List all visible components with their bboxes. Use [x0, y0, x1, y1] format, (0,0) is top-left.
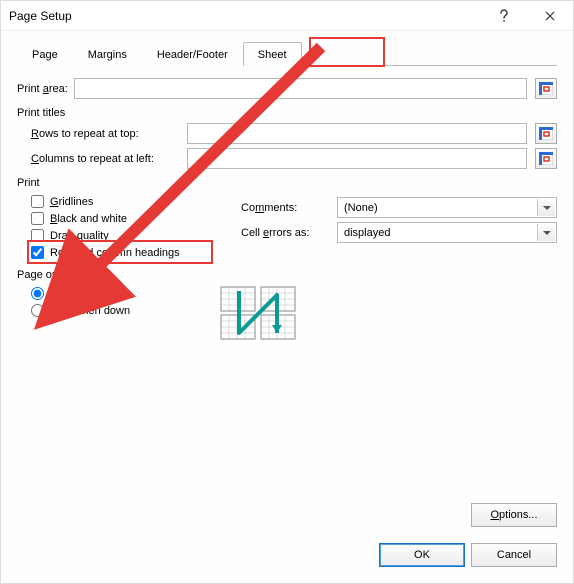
print-area-range-button[interactable]: [535, 78, 557, 99]
print-right-group: Comments: (None) Cell errors as: display…: [241, 193, 557, 247]
print-section: Print Gridlines Black and white Draft qu…: [17, 177, 557, 261]
dialog-body: Page Margins Header/Footer Sheet Print a…: [1, 31, 573, 583]
cols-repeat-row: Columns to repeat at left:: [31, 148, 557, 169]
cancel-button[interactable]: Cancel: [471, 543, 557, 567]
comments-label: Comments:: [241, 202, 331, 214]
help-button[interactable]: [481, 1, 527, 31]
tab-margins[interactable]: Margins: [73, 42, 142, 66]
page-order-label: Page order: [17, 269, 557, 281]
print-area-label: Print area:: [17, 83, 68, 95]
gridlines-checkbox-row[interactable]: Gridlines: [31, 193, 231, 210]
cols-repeat-input[interactable]: [187, 148, 527, 169]
chevron-down-icon: [543, 231, 551, 235]
callout-box-sheet-tab: [309, 37, 385, 67]
draft-checkbox[interactable]: [31, 229, 44, 242]
down-then-over-row[interactable]: Down, then over: [31, 285, 201, 302]
ok-button[interactable]: OK: [379, 543, 465, 567]
comments-row: Comments: (None): [241, 197, 557, 218]
cell-errors-value: displayed: [344, 227, 390, 239]
cols-repeat-range-button[interactable]: [535, 148, 557, 169]
page-setup-dialog: Page Setup Page Margins Header/Footer Sh…: [0, 0, 574, 584]
titlebar: Page Setup: [1, 1, 573, 31]
over-then-down-radio[interactable]: [31, 304, 44, 317]
tab-sheet[interactable]: Sheet: [243, 42, 302, 66]
comments-value: (None): [344, 202, 378, 214]
rows-repeat-label: Rows to repeat at top:: [31, 128, 181, 140]
help-icon: [499, 9, 509, 23]
print-titles-label: Print titles: [17, 107, 557, 119]
bw-label: Black and white: [50, 213, 127, 225]
bw-checkbox[interactable]: [31, 212, 44, 225]
rowcol-checkbox-row[interactable]: Row and column headings: [31, 244, 231, 261]
print-section-label: Print: [17, 177, 557, 189]
range-select-icon: [539, 152, 553, 165]
rowcol-checkbox[interactable]: [31, 246, 44, 259]
dialog-title: Page Setup: [9, 9, 481, 23]
range-select-icon: [539, 82, 553, 95]
print-titles-section: Print titles Rows to repeat at top:: [17, 107, 557, 169]
bw-checkbox-row[interactable]: Black and white: [31, 210, 231, 227]
comments-select[interactable]: (None): [337, 197, 557, 218]
print-area-row: Print area:: [17, 78, 557, 99]
draft-label: Draft quality: [50, 230, 109, 242]
options-button[interactable]: Options...: [471, 503, 557, 527]
rows-repeat-row: Rows to repeat at top:: [31, 123, 557, 144]
range-select-icon: [539, 127, 553, 140]
dialog-button-bar: OK Cancel: [17, 543, 557, 567]
rows-repeat-range-button[interactable]: [535, 123, 557, 144]
print-checkbox-group: Gridlines Black and white Draft quality …: [31, 193, 231, 261]
close-icon: [545, 11, 555, 21]
tab-bar: Page Margins Header/Footer Sheet: [17, 41, 557, 66]
rowcol-label: Row and column headings: [50, 247, 180, 259]
over-then-down-label: Over, then down: [50, 305, 130, 317]
gridlines-checkbox[interactable]: [31, 195, 44, 208]
page-order-radio-group: Down, then over Over, then down: [31, 285, 201, 319]
down-then-over-radio[interactable]: [31, 287, 44, 300]
print-area-input[interactable]: [74, 78, 527, 99]
over-then-down-row[interactable]: Over, then down: [31, 302, 201, 319]
chevron-down-icon: [543, 206, 551, 210]
page-order-preview-icon: [219, 285, 299, 343]
cell-errors-label: Cell errors as:: [241, 227, 331, 239]
down-then-over-label: Down, then over: [50, 288, 130, 300]
rows-repeat-input[interactable]: [187, 123, 527, 144]
tab-page[interactable]: Page: [17, 42, 73, 66]
page-order-section: Page order Down, then over Over, then do…: [17, 269, 557, 343]
cell-errors-select[interactable]: displayed: [337, 222, 557, 243]
cell-errors-row: Cell errors as: displayed: [241, 222, 557, 243]
close-button[interactable]: [527, 1, 573, 31]
gridlines-label: Gridlines: [50, 196, 93, 208]
tab-header-footer[interactable]: Header/Footer: [142, 42, 243, 66]
draft-checkbox-row[interactable]: Draft quality: [31, 227, 231, 244]
cols-repeat-label: Columns to repeat at left:: [31, 153, 181, 165]
